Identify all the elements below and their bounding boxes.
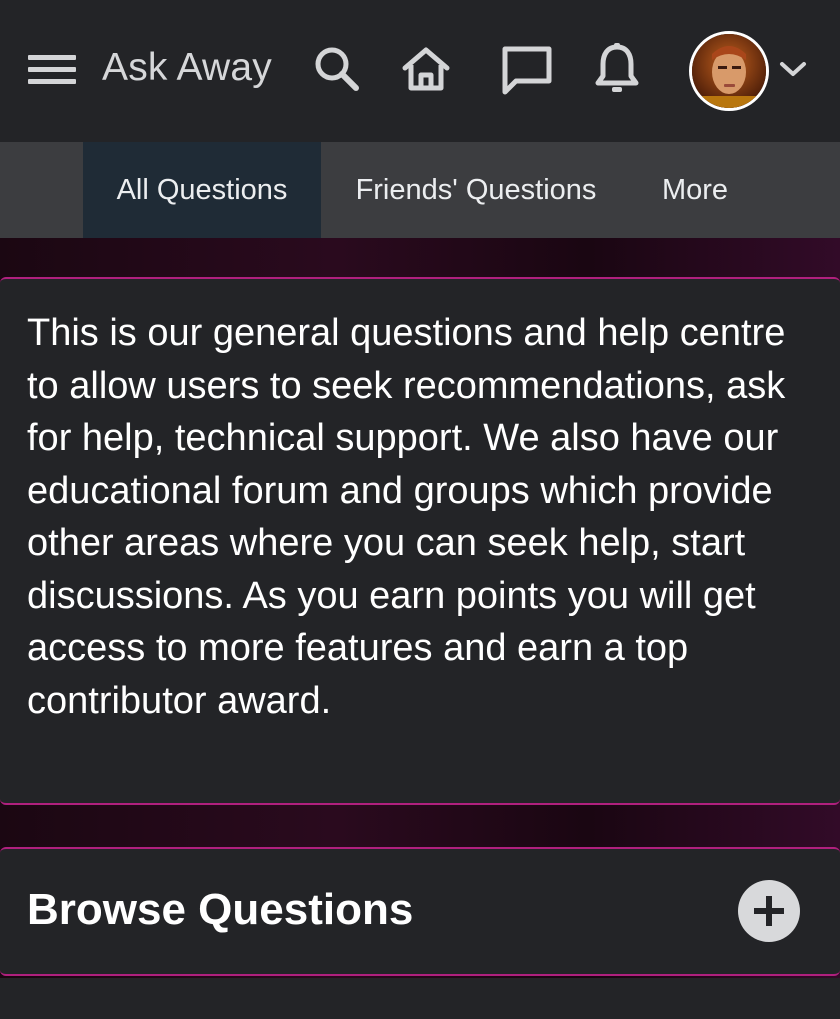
intro-card: This is our general questions and help c…	[0, 277, 840, 805]
app-title: Ask Away	[102, 46, 272, 89]
avatar[interactable]	[689, 31, 769, 111]
top-bar: Ask Away	[0, 0, 840, 142]
search-icon[interactable]	[312, 44, 362, 94]
tab-friends-questions[interactable]: Friends' Questions	[321, 142, 631, 238]
browse-questions-title: Browse Questions	[27, 885, 414, 934]
bell-icon[interactable]	[594, 42, 640, 96]
chevron-down-icon[interactable]	[778, 58, 808, 80]
chat-icon[interactable]	[500, 44, 554, 96]
tab-all-questions[interactable]: All Questions	[83, 142, 321, 238]
intro-description: This is our general questions and help c…	[27, 312, 786, 722]
tab-bar: All Questions Friends' Questions More	[0, 142, 840, 238]
plus-icon[interactable]	[738, 880, 800, 942]
home-icon[interactable]	[400, 44, 452, 94]
browse-questions-card[interactable]: Browse Questions	[0, 847, 840, 976]
menu-icon[interactable]	[28, 53, 76, 87]
next-card-edge	[0, 978, 840, 1019]
tab-more[interactable]: More	[631, 142, 759, 238]
